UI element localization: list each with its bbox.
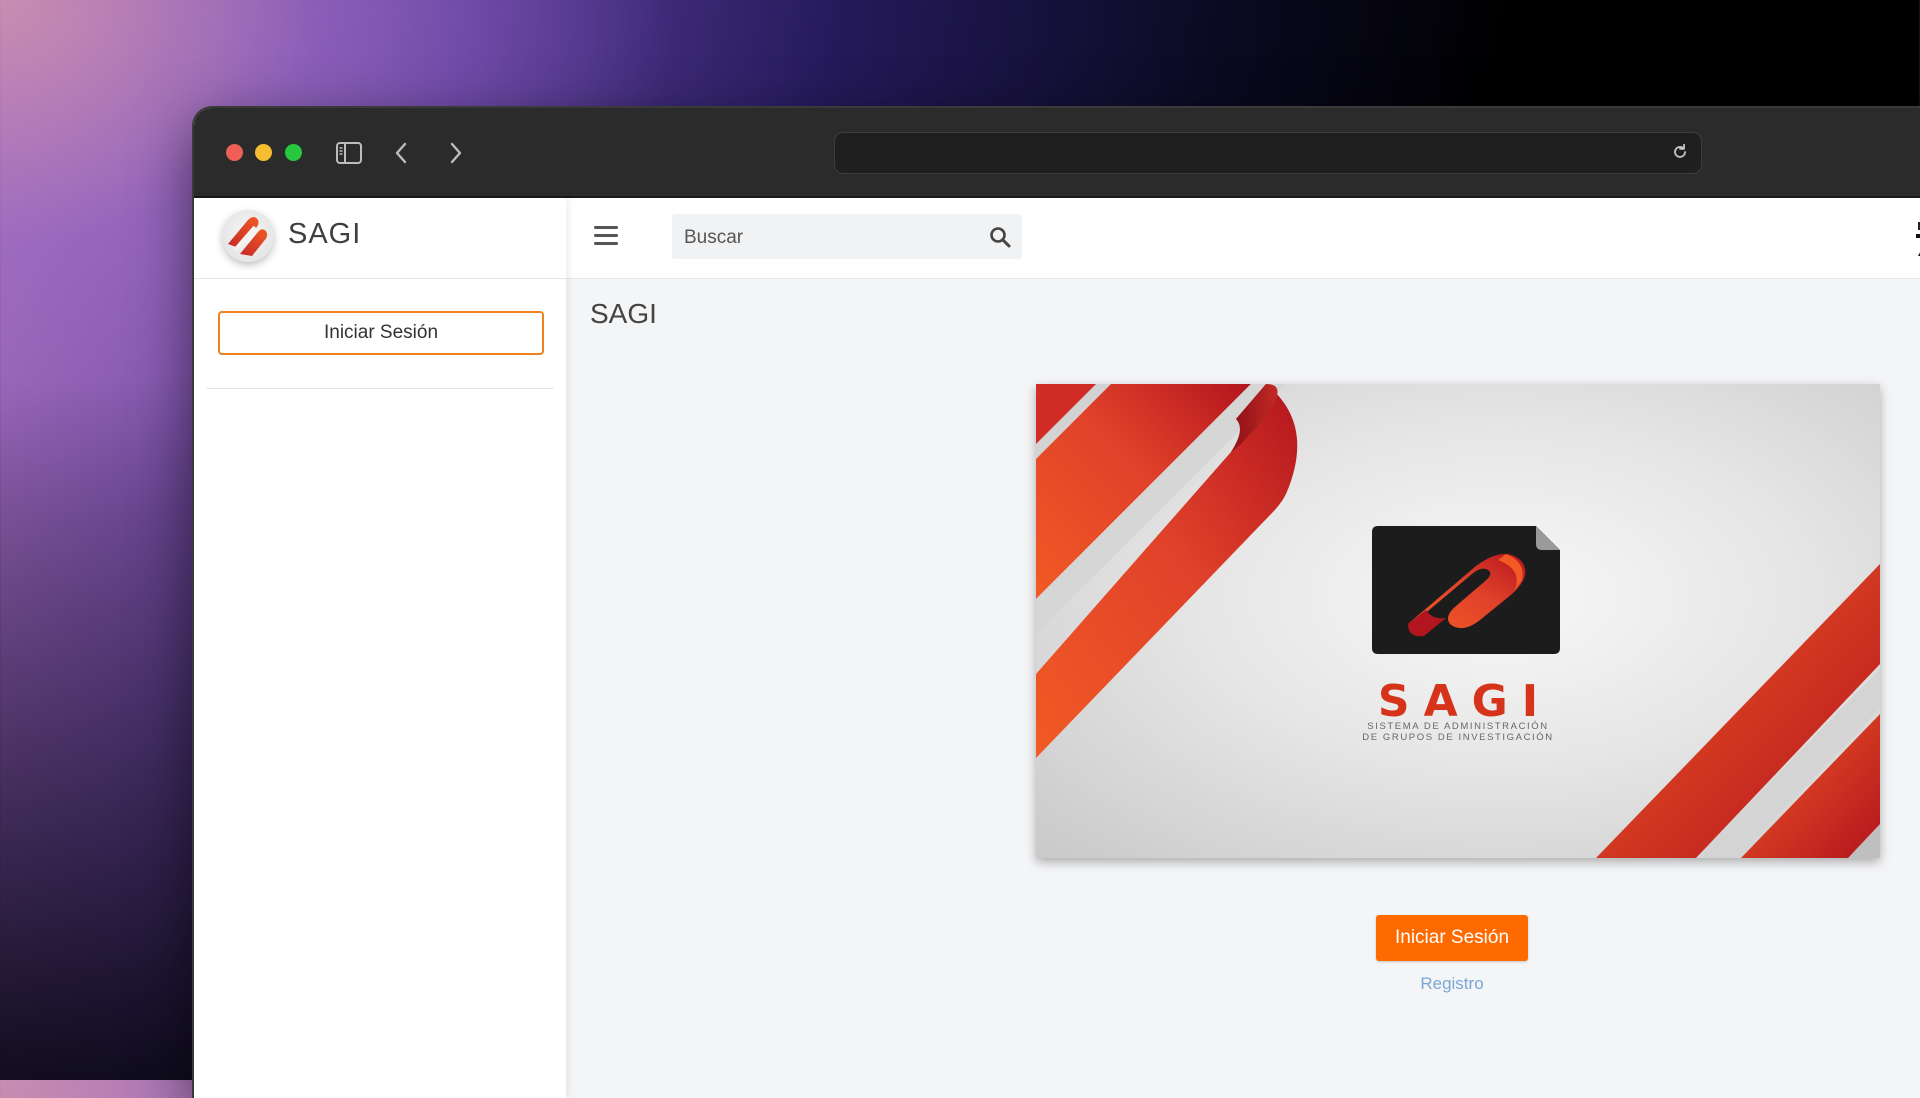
chevron-right-icon[interactable]: [440, 138, 470, 168]
sidebar-divider: [206, 388, 554, 389]
close-window-button[interactable]: [226, 144, 243, 161]
brand-name[interactable]: SAGI: [288, 218, 361, 251]
banner-subtitle-line1: SISTEMA DE ADMINISTRACIÓN: [1367, 721, 1549, 732]
institution-logo-icon: [1912, 216, 1920, 260]
main-content: SAGI SAGI SISTEMA DE ADMINISTRACIÓN DE G…: [566, 278, 1920, 1098]
browser-toolbar: [194, 108, 1920, 198]
search-box: [672, 214, 1022, 261]
maximize-window-button[interactable]: [285, 144, 302, 161]
banner-title: SAGI: [1377, 676, 1553, 727]
hamburger-icon[interactable]: [594, 226, 618, 248]
sagi-banner-image: SAGI SISTEMA DE ADMINISTRACIÓN DE GRUPOS…: [1036, 384, 1880, 858]
top-navbar: [566, 198, 1920, 279]
search-input[interactable]: [672, 214, 986, 261]
sidebar: SAGI Iniciar Sesión: [194, 198, 566, 1098]
sidebar-login-button[interactable]: Iniciar Sesión: [218, 311, 544, 355]
brand-header: SAGI: [194, 198, 566, 279]
address-bar[interactable]: [834, 132, 1702, 174]
search-icon[interactable]: [988, 225, 1012, 249]
sidebar-icon[interactable]: [334, 138, 364, 168]
page-title: SAGI: [590, 298, 657, 329]
chevron-left-icon[interactable]: [387, 138, 417, 168]
banner-subtitle-line2: DE GRUPOS DE INVESTIGACIÓN: [1362, 732, 1554, 743]
reload-icon[interactable]: [1669, 141, 1691, 163]
login-button[interactable]: Iniciar Sesión: [1376, 915, 1528, 961]
minimize-window-button[interactable]: [255, 144, 272, 161]
register-link[interactable]: Registro: [1376, 974, 1528, 994]
browser-window: SAGI Iniciar Sesión SAGI: [194, 108, 1920, 1098]
sagi-logo-icon[interactable]: [222, 210, 274, 262]
